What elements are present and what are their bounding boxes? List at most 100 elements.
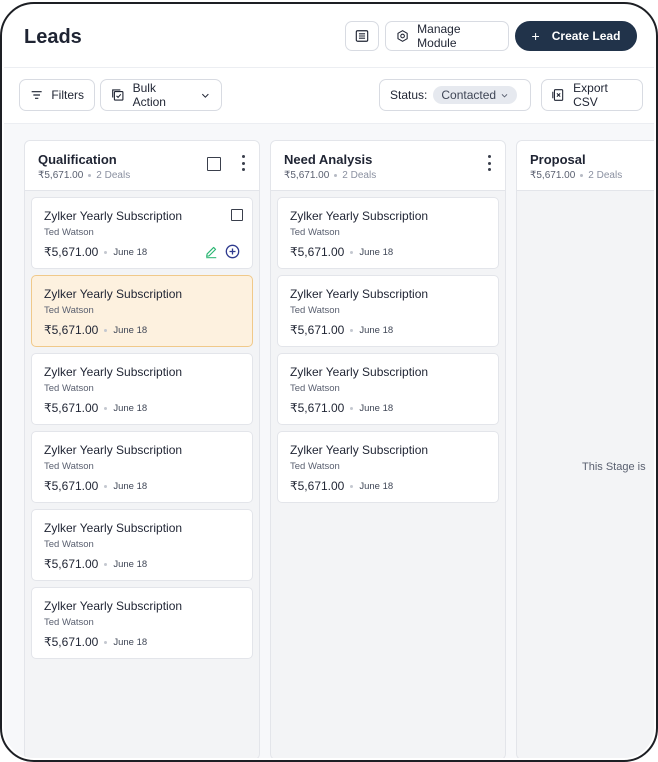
- list-view-icon: [355, 30, 369, 42]
- device-frame: Leads Manage Module + Create Lead Filter…: [0, 0, 658, 762]
- export-icon: [552, 89, 564, 101]
- column-amount: ₹5,671.00: [530, 170, 576, 181]
- card-date: June 18: [359, 402, 394, 414]
- separator-dot: [88, 174, 92, 177]
- column-deals: 2 Deals: [342, 170, 377, 181]
- column-header: Qualification ₹5,671.00 2 Deals: [25, 141, 259, 191]
- card-amount-row: ₹5,671.00 June 18: [44, 479, 147, 493]
- deal-card[interactable]: Zylker Yearly Subscription Ted Watson ₹5…: [31, 275, 253, 347]
- card-title: Zylker Yearly Subscription: [44, 365, 183, 379]
- card-title: Zylker Yearly Subscription: [44, 521, 183, 535]
- card-amount: ₹5,671.00: [290, 245, 345, 259]
- column-amount: ₹5,671.00: [38, 170, 84, 181]
- chevron-down-icon: [202, 93, 210, 98]
- card-date: June 18: [113, 246, 148, 258]
- card-amount: ₹5,671.00: [290, 401, 345, 415]
- card-list: Zylker Yearly Subscription Ted Watson ₹5…: [25, 191, 259, 671]
- deal-card[interactable]: Zylker Yearly Subscription Ted Watson ₹5…: [31, 197, 253, 269]
- card-amount: ₹5,671.00: [44, 635, 99, 649]
- card-owner: Ted Watson: [44, 461, 94, 472]
- deal-card[interactable]: Zylker Yearly Subscription Ted Watson ₹5…: [277, 275, 499, 347]
- card-title: Zylker Yearly Subscription: [290, 209, 429, 223]
- column-deals: 2 Deals: [588, 170, 623, 181]
- filters-label: Filters: [51, 88, 84, 102]
- card-amount-row: ₹5,671.00 June 18: [290, 479, 393, 493]
- create-lead-button[interactable]: + Create Lead: [515, 21, 637, 51]
- deal-card[interactable]: Zylker Yearly Subscription Ted Watson ₹5…: [277, 431, 499, 503]
- card-amount: ₹5,671.00: [44, 323, 99, 337]
- card-amount-row: ₹5,671.00 June 18: [44, 635, 147, 649]
- card-owner: Ted Watson: [44, 227, 94, 238]
- column-title: Proposal: [530, 152, 586, 167]
- status-filter[interactable]: Status: Contacted: [379, 79, 531, 111]
- stage-column-qualification: Qualification ₹5,671.00 2 Deals Zylker Y…: [24, 140, 260, 758]
- card-date: June 18: [113, 324, 148, 336]
- card-owner: Ted Watson: [44, 383, 94, 394]
- status-chip[interactable]: Contacted: [433, 86, 518, 104]
- more-options-icon[interactable]: [241, 155, 245, 171]
- column-meta: ₹5,671.00 2 Deals: [530, 170, 622, 181]
- card-owner: Ted Watson: [290, 383, 340, 394]
- view-toggle-button[interactable]: [345, 21, 379, 51]
- deal-card[interactable]: Zylker Yearly Subscription Ted Watson ₹5…: [277, 353, 499, 425]
- card-amount-row: ₹5,671.00 June 18: [44, 245, 147, 259]
- deal-card[interactable]: Zylker Yearly Subscription Ted Watson ₹5…: [31, 353, 253, 425]
- plus-icon: +: [531, 28, 540, 44]
- card-date: June 18: [113, 480, 148, 492]
- app-screen: Leads Manage Module + Create Lead Filter…: [4, 6, 654, 758]
- card-amount: ₹5,671.00: [44, 401, 99, 415]
- edit-icon[interactable]: [204, 245, 218, 259]
- card-owner: Ted Watson: [44, 617, 94, 628]
- stage-column-need-analysis: Need Analysis ₹5,671.00 2 Deals Zylker Y…: [270, 140, 506, 758]
- card-owner: Ted Watson: [290, 461, 340, 472]
- deal-card[interactable]: Zylker Yearly Subscription Ted Watson ₹5…: [31, 431, 253, 503]
- card-date: June 18: [113, 558, 148, 570]
- card-amount: ₹5,671.00: [290, 479, 345, 493]
- card-amount-row: ₹5,671.00 June 18: [44, 557, 147, 571]
- filters-button[interactable]: Filters: [19, 79, 95, 111]
- more-options-icon[interactable]: [487, 155, 491, 171]
- column-meta: ₹5,671.00 2 Deals: [38, 170, 130, 181]
- export-csv-button[interactable]: Export CSV: [541, 79, 643, 111]
- column-header: Need Analysis ₹5,671.00 2 Deals: [271, 141, 505, 191]
- card-title: Zylker Yearly Subscription: [44, 443, 183, 457]
- add-circle-icon[interactable]: [225, 244, 240, 259]
- separator-dot: [104, 562, 108, 566]
- separator-dot: [104, 484, 108, 488]
- card-date: June 18: [359, 246, 394, 258]
- card-title: Zylker Yearly Subscription: [290, 287, 429, 301]
- empty-stage-message: This Stage is: [582, 461, 646, 473]
- card-checkbox[interactable]: [231, 209, 243, 221]
- bulk-select-icon: [112, 89, 124, 101]
- card-amount-row: ₹5,671.00 June 18: [290, 401, 393, 415]
- card-amount-row: ₹5,671.00 June 18: [290, 323, 393, 337]
- card-owner: Ted Watson: [44, 305, 94, 316]
- card-amount: ₹5,671.00: [44, 557, 99, 571]
- card-title: Zylker Yearly Subscription: [290, 443, 429, 457]
- manage-module-button[interactable]: Manage Module: [385, 21, 509, 51]
- page-header: Leads Manage Module + Create Lead: [4, 6, 654, 68]
- app-frame: Leads Manage Module + Create Lead Filter…: [0, 2, 658, 762]
- card-owner: Ted Watson: [290, 305, 340, 316]
- card-title: Zylker Yearly Subscription: [290, 365, 429, 379]
- deal-card[interactable]: Zylker Yearly Subscription Ted Watson ₹5…: [31, 509, 253, 581]
- deal-card[interactable]: Zylker Yearly Subscription Ted Watson ₹5…: [277, 197, 499, 269]
- card-amount-row: ₹5,671.00 June 18: [44, 323, 147, 337]
- filter-icon: [31, 91, 42, 99]
- page-title: Leads: [24, 26, 82, 48]
- separator-dot: [104, 328, 108, 332]
- deal-card[interactable]: Zylker Yearly Subscription Ted Watson ₹5…: [31, 587, 253, 659]
- status-value: Contacted: [441, 88, 497, 102]
- column-title: Qualification: [38, 152, 117, 167]
- select-all-checkbox[interactable]: [207, 157, 221, 171]
- kanban-board: Qualification ₹5,671.00 2 Deals Zylker Y…: [4, 124, 654, 758]
- card-amount: ₹5,671.00: [44, 245, 99, 259]
- card-date: June 18: [359, 480, 394, 492]
- column-meta: ₹5,671.00 2 Deals: [284, 170, 376, 181]
- manage-module-label: Manage Module: [417, 22, 461, 50]
- export-csv-label: Export CSV: [573, 81, 608, 109]
- separator-dot: [334, 174, 338, 177]
- separator-dot: [104, 250, 108, 254]
- bulk-action-dropdown[interactable]: Bulk Action: [100, 79, 222, 111]
- create-lead-label: Create Lead: [551, 29, 621, 43]
